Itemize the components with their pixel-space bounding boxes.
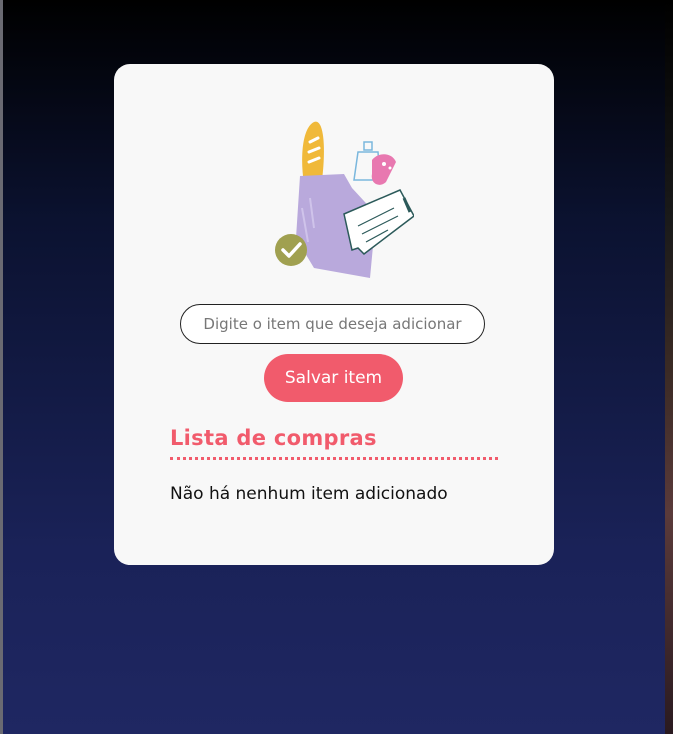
list-divider <box>170 457 498 460</box>
shopping-bag-illustration <box>275 121 414 278</box>
shopping-list-card: Salvar item Lista de compras Não há nenh… <box>114 64 554 565</box>
sausage-icon <box>371 154 396 185</box>
empty-list-message: Não há nenhum item adicionado <box>170 484 448 504</box>
item-input[interactable] <box>180 304 485 344</box>
check-icon <box>275 234 307 266</box>
save-item-button[interactable]: Salvar item <box>264 354 403 402</box>
window-right-edge <box>665 0 673 734</box>
window-left-edge <box>0 0 3 734</box>
bread-icon <box>302 121 324 184</box>
list-title: Lista de compras <box>170 426 377 450</box>
